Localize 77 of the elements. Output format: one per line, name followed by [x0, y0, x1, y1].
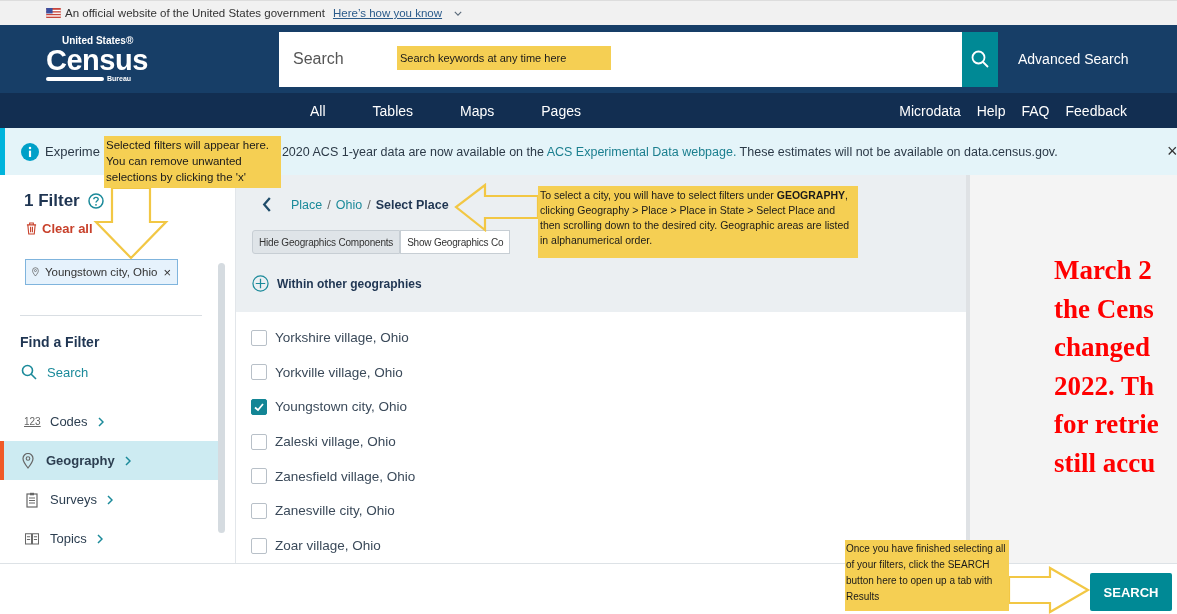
logo-text: United States® — [62, 36, 135, 46]
nav-link[interactable]: Microdata — [899, 102, 961, 119]
nav-link[interactable]: Maps — [460, 102, 495, 119]
search-button[interactable] — [962, 31, 998, 87]
chevron-down-icon[interactable] — [454, 10, 463, 16]
filter-chip[interactable]: Youngstown city, Ohio × — [25, 259, 178, 285]
place-label[interactable]: Zanesfield village, Ohio — [275, 468, 416, 484]
nav-link[interactable]: All — [310, 102, 326, 119]
nav-link[interactable]: Help — [976, 102, 1006, 119]
callout-note: To select a city, you will have to select filters under GEOGRAPHY, clicking Geography > Place > Place in State > Select Place and then scrolling down to the desired city. Geographic areas are listed in alphanumerical order. — [538, 186, 858, 258]
remove-icon[interactable]: × — [163, 264, 171, 280]
find-filter-title: Find a Filter — [20, 334, 101, 350]
callout-note: Once you have finished selecting all of your filters, click the SEARCH button here to open up a tab with Results — [845, 540, 1009, 611]
checkbox[interactable] — [251, 433, 267, 450]
place-label[interactable]: Yorkshire village, Ohio — [275, 330, 409, 346]
chevron-right-icon — [106, 494, 113, 505]
chevron-right-icon — [97, 416, 104, 427]
search-icon — [21, 364, 37, 380]
checkbox[interactable] — [251, 364, 267, 381]
breadcrumb-separator: / — [367, 197, 371, 212]
info-icon — [21, 142, 39, 161]
scrollbar[interactable] — [218, 263, 225, 533]
plus-icon — [252, 275, 269, 292]
breadcrumb-link[interactable]: Place — [291, 197, 323, 212]
book-icon — [24, 532, 40, 545]
checkbox[interactable] — [251, 398, 267, 415]
filter-count: 1 Filter — [24, 191, 80, 211]
toggle-button[interactable]: Hide Geographics Components — [252, 230, 401, 254]
filter-category[interactable]: Geography — [0, 441, 218, 480]
place-label[interactable]: Youngstown city, Ohio — [275, 399, 408, 415]
nav-link[interactable]: Pages — [541, 102, 581, 119]
nav-link[interactable]: FAQ — [1021, 102, 1050, 119]
filter-category[interactable]: Topics — [0, 519, 218, 558]
how-you-know-link[interactable]: Here’s how you know — [332, 7, 443, 19]
toggle-button[interactable]: Show Geographics Co — [400, 230, 511, 254]
breadcrumb-link[interactable]: Ohio — [335, 197, 363, 212]
search-submit-button[interactable]: SEARCH — [1090, 573, 1172, 611]
notice-text: Experime — [45, 144, 100, 159]
trash-icon — [26, 222, 37, 235]
note-text: March 2 the Cens changed 2022. Th for retrie still accu — [1054, 254, 1160, 480]
chevron-right-icon — [124, 455, 131, 466]
place-label[interactable]: Zaleski village, Ohio — [275, 434, 396, 450]
location-pin-icon — [20, 452, 36, 469]
logo-underline — [46, 76, 104, 81]
checkbox[interactable] — [251, 468, 267, 485]
chip-label: Youngstown city, Ohio — [44, 266, 158, 278]
filter-category[interactable]: 123 Codes — [0, 402, 218, 441]
notice-text: 2020 ACS 1-year data are now available on the ACS Experimental Data webpage. These estimates will not be available on data.census.gov. — [281, 144, 1058, 159]
location-pin-icon — [32, 265, 39, 279]
flag-icon — [46, 8, 61, 18]
callout-note: Search keywords at any time here — [397, 46, 611, 70]
checkbox[interactable] — [251, 329, 267, 346]
place-label[interactable]: Yorkville village, Ohio — [275, 364, 403, 380]
within-geographies-link[interactable]: Within other geographies — [252, 275, 422, 292]
back-icon[interactable] — [262, 197, 272, 212]
place-label[interactable]: Zanesville city, Ohio — [275, 503, 395, 519]
search-icon — [970, 49, 990, 69]
filter-category[interactable]: Surveys — [0, 480, 218, 519]
numbers-icon: 123 — [24, 416, 40, 427]
logo-wordmark: Census — [46, 46, 149, 75]
gov-banner-text: An official website of the United States government — [65, 7, 325, 19]
advanced-search-link[interactable]: Advanced Search — [1018, 51, 1129, 67]
place-label[interactable]: Zoar village, Ohio — [275, 538, 381, 554]
breadcrumb-separator: / — [327, 197, 331, 212]
nav-link[interactable]: Tables — [372, 102, 414, 119]
chevron-right-icon — [96, 533, 103, 544]
help-icon[interactable] — [87, 193, 104, 209]
clipboard-icon — [24, 491, 40, 508]
nav-link[interactable]: Feedback — [1065, 102, 1127, 119]
close-icon[interactable]: × — [1167, 141, 1177, 162]
experimental-data-link[interactable]: ACS Experimental Data webpage. — [546, 144, 737, 159]
breadcrumb-link[interactable]: Select Place — [375, 197, 449, 212]
checkbox[interactable] — [251, 502, 267, 519]
checkbox[interactable] — [251, 537, 267, 554]
clear-all-button[interactable]: Clear all — [26, 221, 93, 236]
callout-note: Selected filters will appear here. You can remove unwanted selections by clicking the 'x' — [104, 136, 281, 188]
filter-search-link[interactable]: Search — [21, 364, 89, 380]
